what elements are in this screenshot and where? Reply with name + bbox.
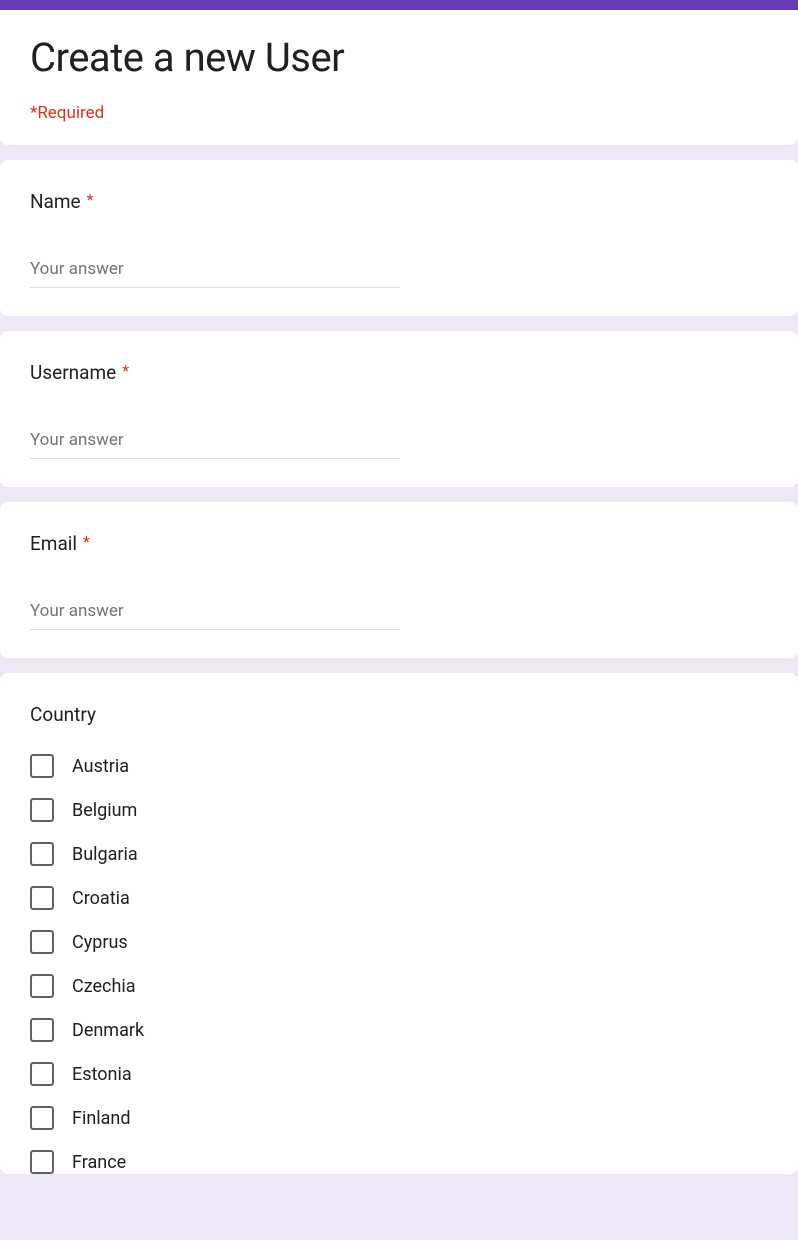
checkbox-label: Belgium [72, 800, 137, 821]
checkbox-label: France [72, 1152, 126, 1173]
required-asterisk: * [122, 361, 129, 380]
form-title: Create a new User [30, 34, 768, 81]
header-content: Create a new User *Required [0, 10, 798, 145]
checkbox-icon[interactable] [30, 974, 54, 998]
email-input[interactable] [30, 595, 400, 630]
checkbox-icon[interactable] [30, 798, 54, 822]
checkbox-icon[interactable] [30, 886, 54, 910]
email-question-card: Email * [0, 502, 798, 658]
checkbox-icon[interactable] [30, 1062, 54, 1086]
name-input[interactable] [30, 253, 400, 288]
username-question-card: Username * [0, 331, 798, 487]
checkbox-label: Finland [72, 1108, 131, 1129]
country-option-cyprus[interactable]: Cyprus [30, 930, 768, 954]
email-label-row: Email * [30, 532, 768, 555]
checkbox-label: Estonia [72, 1064, 132, 1085]
checkbox-label: Bulgaria [72, 844, 138, 865]
country-option-estonia[interactable]: Estonia [30, 1062, 768, 1086]
country-label-row: Country [30, 703, 768, 726]
required-note: *Required [30, 103, 768, 123]
country-option-croatia[interactable]: Croatia [30, 886, 768, 910]
required-asterisk: * [87, 190, 94, 209]
username-input[interactable] [30, 424, 400, 459]
checkbox-label: Denmark [72, 1020, 144, 1041]
checkbox-icon[interactable] [30, 754, 54, 778]
username-label-row: Username * [30, 361, 768, 384]
country-label: Country [30, 703, 96, 726]
country-option-denmark[interactable]: Denmark [30, 1018, 768, 1042]
name-question-card: Name * [0, 160, 798, 316]
accent-bar [0, 0, 798, 10]
country-option-finland[interactable]: Finland [30, 1106, 768, 1130]
checkbox-icon[interactable] [30, 842, 54, 866]
checkbox-icon[interactable] [30, 930, 54, 954]
name-label: Name [30, 190, 81, 213]
required-asterisk: * [83, 532, 90, 551]
checkbox-icon[interactable] [30, 1106, 54, 1130]
checkbox-icon[interactable] [30, 1150, 54, 1174]
country-option-bulgaria[interactable]: Bulgaria [30, 842, 768, 866]
checkbox-label: Cyprus [72, 932, 128, 953]
checkbox-label: Croatia [72, 888, 130, 909]
checkbox-label: Austria [72, 756, 129, 777]
country-option-czechia[interactable]: Czechia [30, 974, 768, 998]
country-option-belgium[interactable]: Belgium [30, 798, 768, 822]
checkbox-label: Czechia [72, 976, 136, 997]
username-label: Username [30, 361, 116, 384]
country-option-austria[interactable]: Austria [30, 754, 768, 778]
name-label-row: Name * [30, 190, 768, 213]
email-label: Email [30, 532, 77, 555]
form-header-card: Create a new User *Required [0, 0, 798, 145]
country-question-card: Country Austria Belgium Bulgaria Croatia… [0, 673, 798, 1174]
country-option-france[interactable]: France [30, 1150, 768, 1174]
checkbox-icon[interactable] [30, 1018, 54, 1042]
country-checkbox-list: Austria Belgium Bulgaria Croatia Cyprus … [30, 754, 768, 1174]
